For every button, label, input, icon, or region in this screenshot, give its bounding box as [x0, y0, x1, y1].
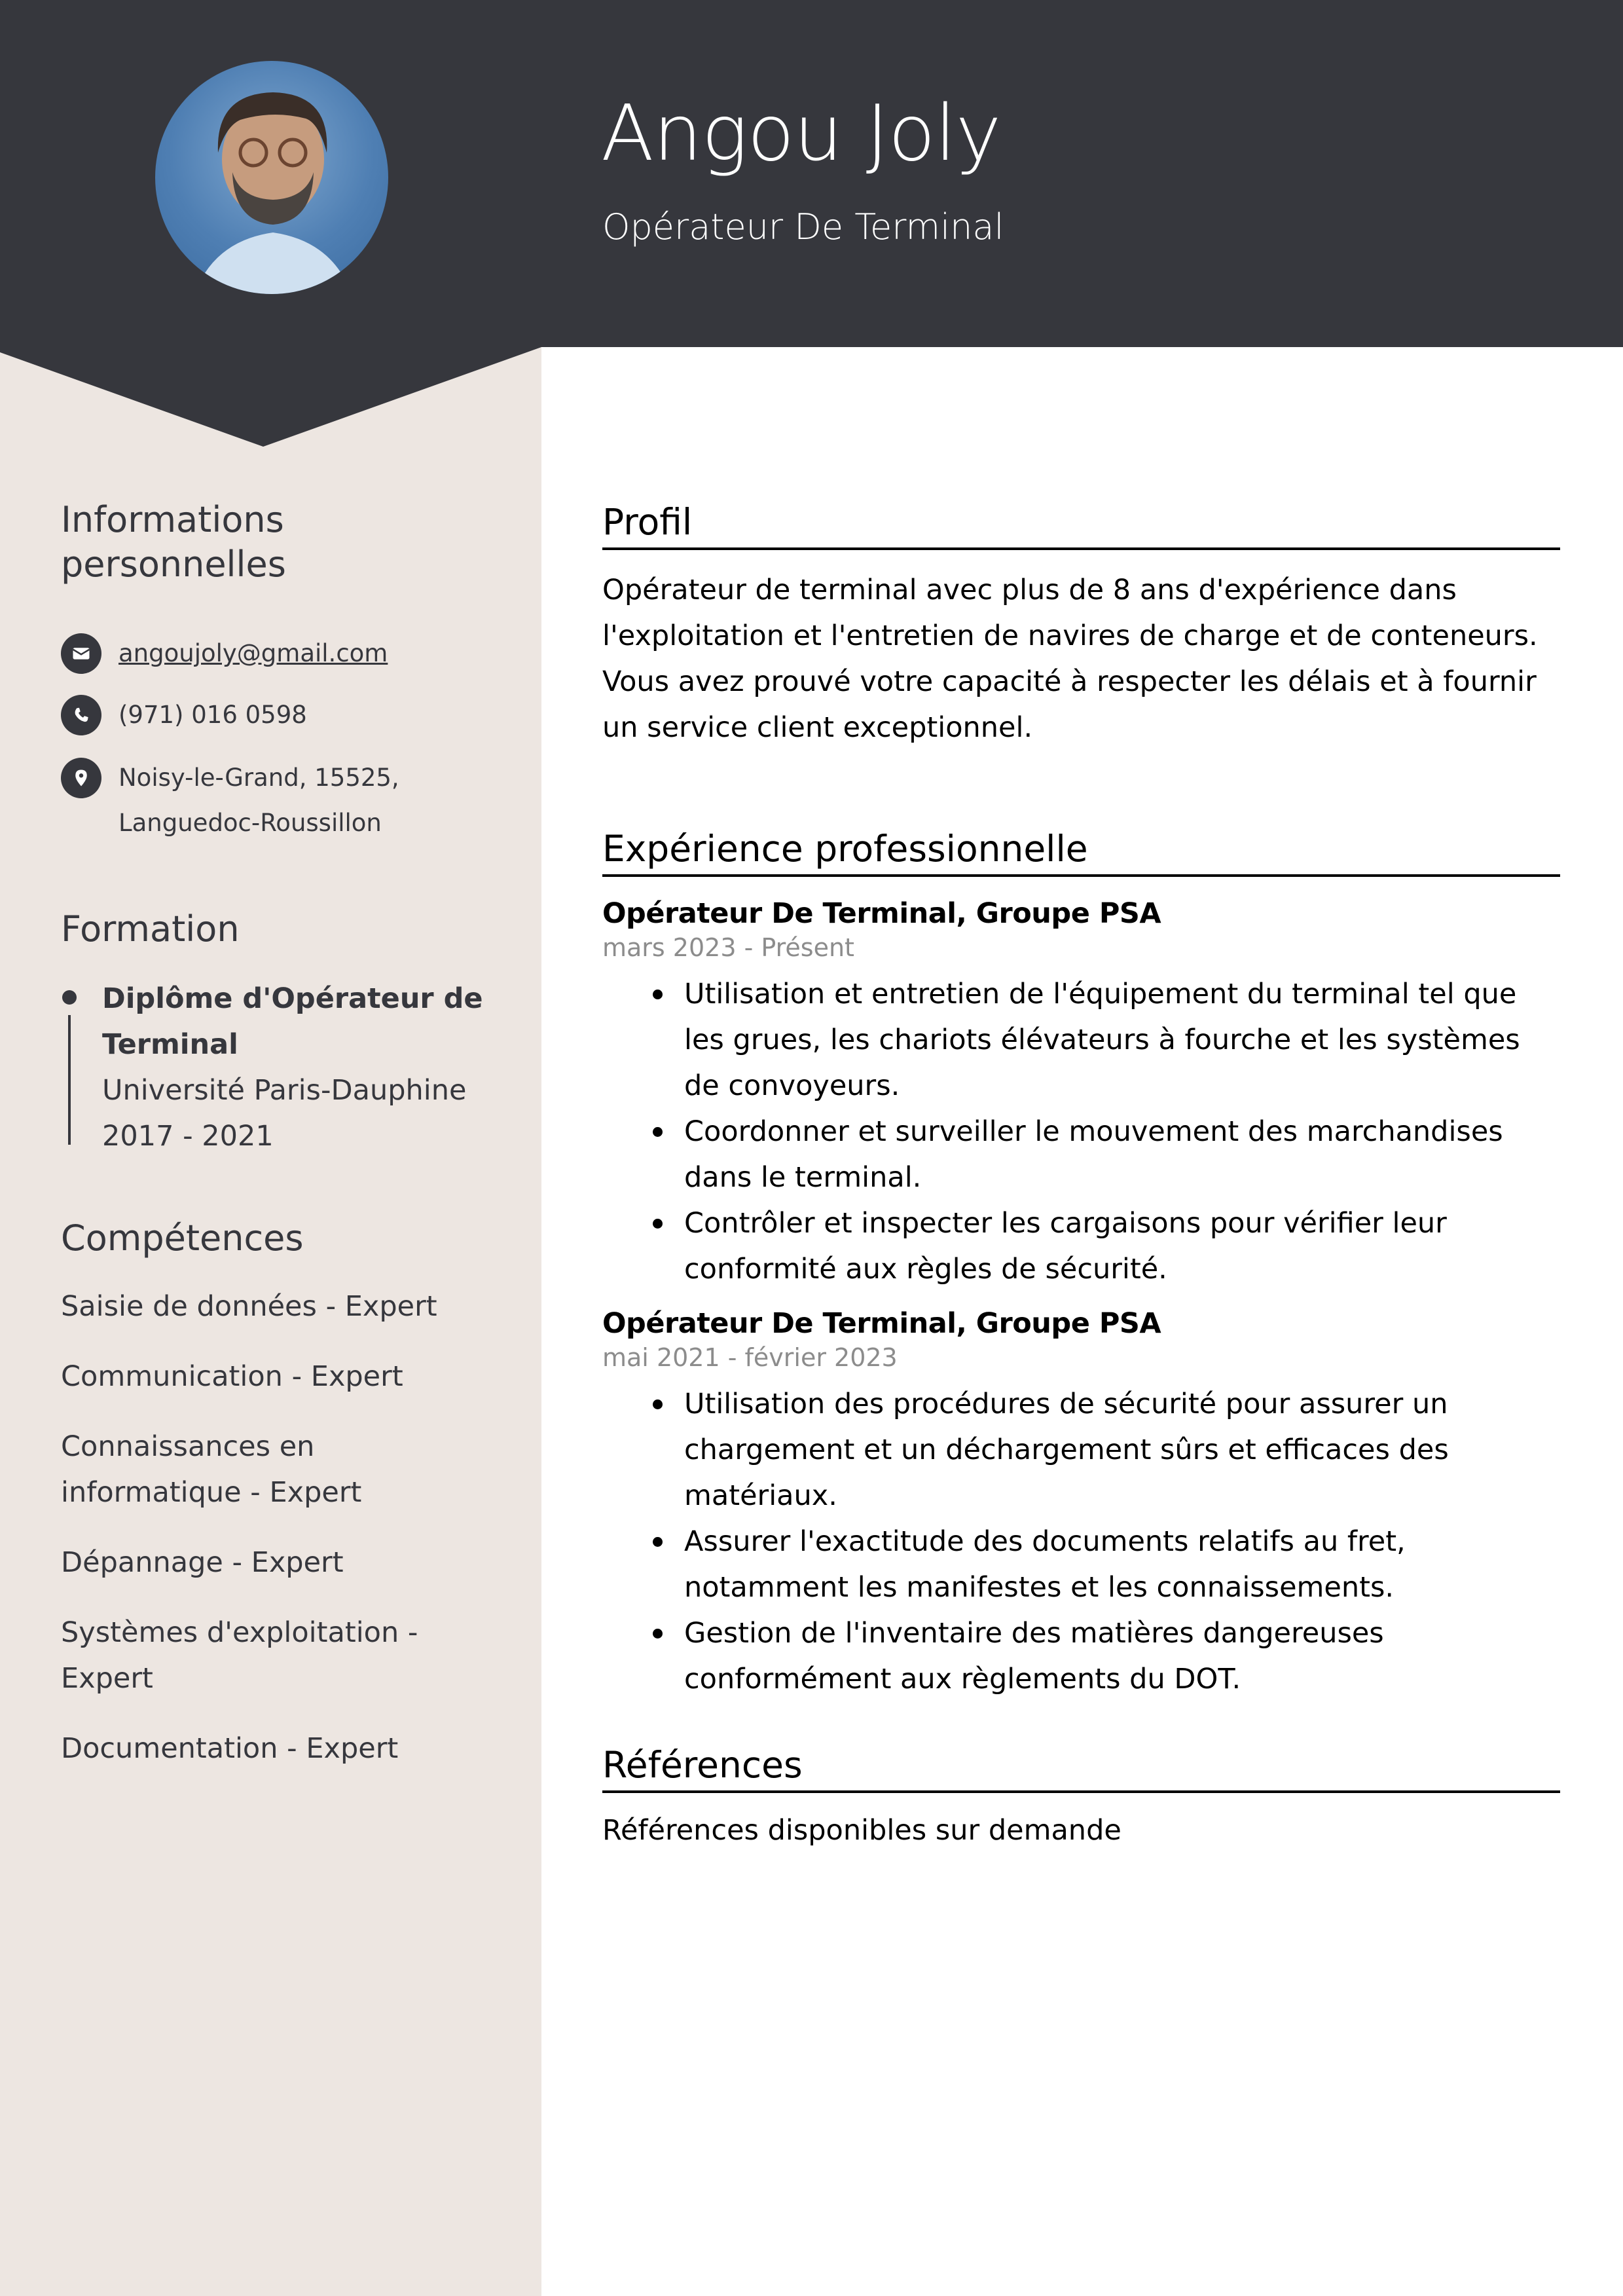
section-divider	[602, 874, 1560, 877]
personal-info-heading: Informations personnelles	[61, 499, 286, 585]
experience-heading: Expérience professionnelle	[602, 828, 1088, 870]
job-bullet: Contrôler et inspecter les cargaisons po…	[653, 1200, 1560, 1292]
education-section: Formation	[61, 907, 493, 952]
education-heading: Formation	[61, 908, 240, 950]
education-details: Diplôme d'Opérateur de Terminal Universi…	[102, 976, 495, 1159]
envelope-icon	[61, 633, 101, 674]
profile-heading: Profil	[602, 501, 693, 543]
job-dates: mars 2023 - Présent	[602, 933, 854, 962]
skill-item: Dépannage - Expert	[61, 1546, 344, 1579]
job-entry: Opérateur De Terminal, Groupe PSA mai 20…	[602, 1305, 1560, 1702]
address-line-2: Languedoc-Roussillon	[119, 809, 382, 837]
profile-photo	[155, 61, 388, 294]
section-divider	[602, 547, 1560, 550]
candidate-job-title: Opérateur De Terminal	[602, 206, 1004, 248]
location-pin-icon	[61, 758, 101, 798]
timeline-dot	[62, 990, 77, 1005]
skill-item: Connaissances en informatique - Expert	[61, 1430, 362, 1509]
personal-info-section: Informations personnelles	[61, 498, 493, 587]
job-dates: mai 2021 - février 2023	[602, 1343, 898, 1372]
references-section: Références Références disponibles sur de…	[602, 1742, 1560, 1853]
skill-item: Documentation - Expert	[61, 1732, 399, 1765]
education-degree: Diplôme d'Opérateur de Terminal	[102, 982, 483, 1061]
education-item: Diplôme d'Opérateur de Terminal Universi…	[61, 976, 493, 1153]
skills-heading: Compétences	[61, 1217, 304, 1259]
job-bullets: Utilisation des procédures de sécurité p…	[602, 1381, 1560, 1702]
address-line-1: Noisy-le-Grand, 15525,	[119, 764, 399, 792]
job-bullet: Utilisation des procédures de sécurité p…	[653, 1381, 1560, 1519]
skills-section: Compétences	[61, 1216, 493, 1261]
job-bullet: Gestion de l'inventaire des matières dan…	[653, 1610, 1560, 1702]
education-school: Université Paris-Dauphine	[102, 1074, 467, 1107]
job-bullet: Utilisation et entretien de l'équipement…	[653, 971, 1560, 1109]
skill-item: Systèmes d'exploitation - Expert	[61, 1616, 418, 1695]
address: Noisy-le-Grand, 15525, Languedoc-Roussil…	[119, 755, 433, 845]
references-text: Références disponibles sur demande	[602, 1814, 1122, 1847]
contact-email: angoujoly@gmail.com	[61, 633, 433, 676]
contact-phone: (971) 016 0598	[61, 695, 433, 737]
job-title: Opérateur De Terminal, Groupe PSA	[602, 1307, 1161, 1340]
skills-list: Saisie de données - Expert Communication…	[61, 1284, 480, 1796]
candidate-name: Angou Joly	[601, 88, 1001, 178]
phone-icon	[61, 695, 101, 735]
job-bullet: Coordonner et surveiller le mouvement de…	[653, 1109, 1560, 1200]
references-heading: Références	[602, 1744, 803, 1786]
job-bullets: Utilisation et entretien de l'équipement…	[602, 971, 1560, 1292]
job-entry: Opérateur De Terminal, Groupe PSA mars 2…	[602, 895, 1560, 1292]
contact-address: Noisy-le-Grand, 15525, Languedoc-Roussil…	[61, 758, 433, 845]
skill-item: Saisie de données - Expert	[61, 1290, 437, 1323]
job-title: Opérateur De Terminal, Groupe PSA	[602, 897, 1161, 930]
experience-section: Expérience professionnelle Opérateur De …	[602, 826, 1560, 1702]
email-link[interactable]: angoujoly@gmail.com	[119, 631, 433, 676]
section-divider	[602, 1790, 1560, 1793]
education-years: 2017 - 2021	[102, 1120, 274, 1153]
profile-section: Profil Opérateur de terminal avec plus d…	[602, 499, 1560, 750]
timeline-line	[68, 1015, 71, 1145]
job-bullet: Assurer l'exactitude des documents relat…	[653, 1519, 1560, 1610]
profile-summary: Opérateur de terminal avec plus de 8 ans…	[602, 574, 1538, 744]
skill-item: Communication - Expert	[61, 1360, 403, 1393]
phone-number: (971) 016 0598	[119, 701, 307, 729]
portrait-icon	[194, 92, 352, 294]
